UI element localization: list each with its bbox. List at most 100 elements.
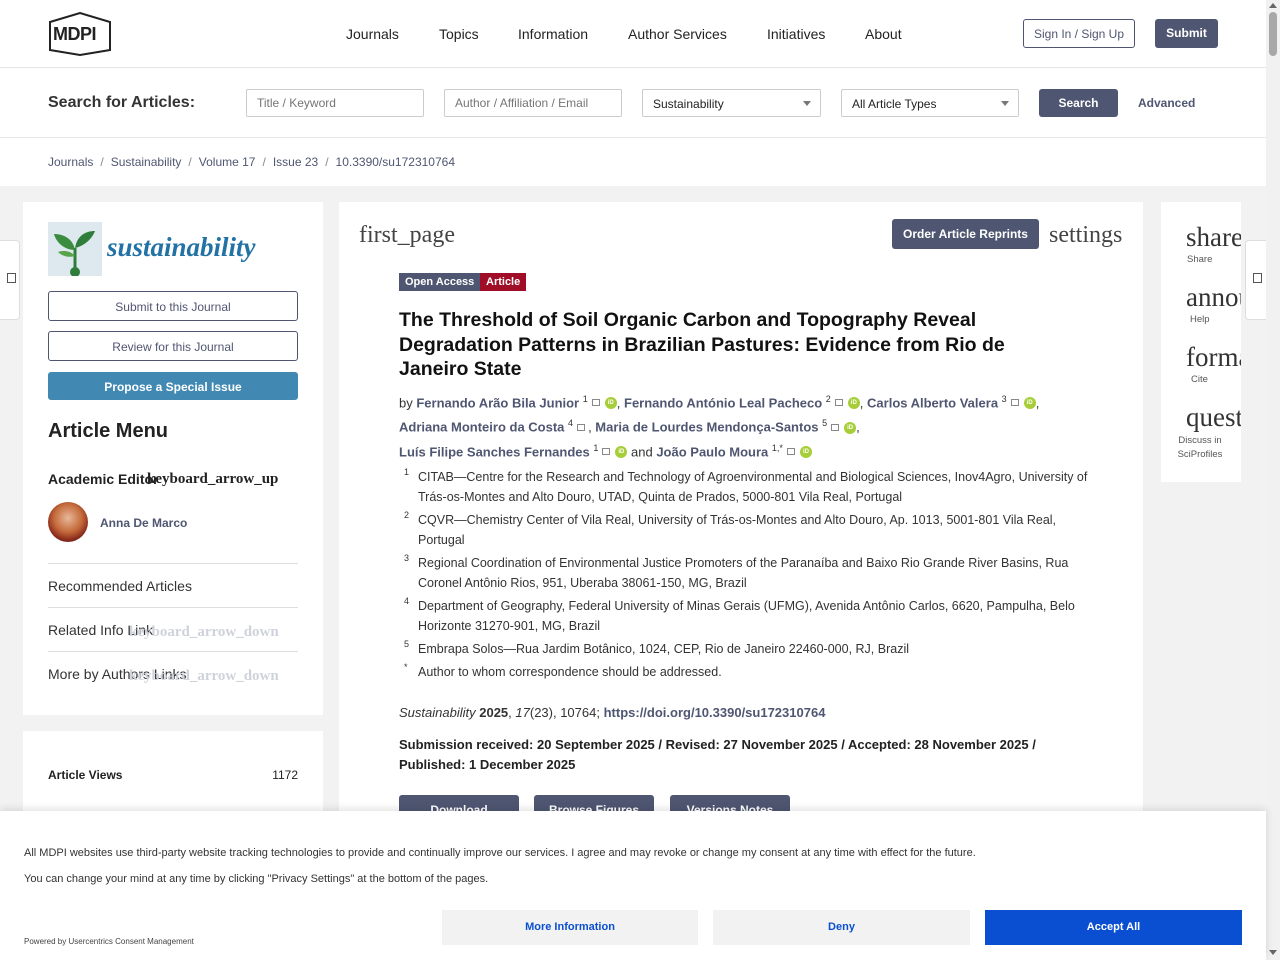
- breadcrumb-issue[interactable]: Issue 23: [273, 155, 318, 169]
- article-tools-rail: share Share announcement Help format_quo…: [1161, 202, 1241, 482]
- search-button[interactable]: Search: [1039, 89, 1118, 117]
- author-sup: 1,*: [771, 442, 783, 453]
- breadcrumb-sep: /: [325, 155, 329, 169]
- email-icon[interactable]: [1010, 399, 1019, 407]
- affiliation-number: 5: [404, 639, 410, 649]
- cookie-text-2: You can change your mind at any time by …: [24, 873, 489, 885]
- scroll-thumb[interactable]: [1269, 12, 1277, 56]
- help-label[interactable]: Help: [1190, 314, 1210, 325]
- first-page-icon[interactable]: first_page: [359, 222, 455, 249]
- affiliation-item: * Author to whom correspondence should be…: [399, 662, 1099, 682]
- author-name[interactable]: Adriana Monteiro da Costa: [399, 420, 564, 435]
- affiliation-number: *: [404, 662, 408, 672]
- cookie-text-1: All MDPI websites use third-party websit…: [24, 847, 976, 859]
- deny-button[interactable]: Deny: [713, 910, 970, 945]
- share-icon[interactable]: share: [1186, 222, 1241, 253]
- vertical-scrollbar[interactable]: [1266, 0, 1280, 960]
- author-name[interactable]: Maria de Lourdes Mendonça-Santos: [595, 420, 818, 435]
- orcid-icon[interactable]: iD: [847, 397, 860, 410]
- affiliation-text: Author to whom correspondence should be …: [418, 665, 722, 679]
- share-label[interactable]: Share: [1187, 254, 1212, 265]
- author-name[interactable]: João Paulo Moura: [656, 444, 768, 459]
- dropdown-caret-icon: [1001, 101, 1009, 106]
- email-icon[interactable]: [834, 399, 843, 407]
- more-information-button[interactable]: More Information: [442, 910, 698, 945]
- title-keyword-input[interactable]: [246, 89, 424, 117]
- nav-journals[interactable]: Journals: [346, 26, 399, 42]
- discuss-label[interactable]: Discuss in SciProfiles: [1175, 434, 1225, 462]
- breadcrumb: Journals / Sustainability / Volume 17 / Issue …: [0, 138, 1266, 186]
- affiliation-number: 4: [404, 596, 410, 606]
- and-label: and: [631, 443, 653, 459]
- orcid-icon[interactable]: iD: [615, 445, 628, 458]
- right-side-tab[interactable]: [1245, 240, 1266, 320]
- affiliation-number: 1: [404, 467, 410, 477]
- orcid-icon[interactable]: iD: [799, 445, 812, 458]
- affiliation-item: 3 Regional Coordination of Environmental …: [399, 553, 1099, 593]
- review-for-journal-button[interactable]: Review for this Journal: [48, 331, 298, 361]
- discuss-icon[interactable]: question_answer: [1186, 402, 1241, 433]
- citation-issue: (23), 10764;: [529, 705, 600, 720]
- publication-dates: Submission received: 20 September 2025 /…: [399, 737, 1036, 772]
- sustainability-logo-icon[interactable]: [48, 222, 102, 277]
- article-type-select[interactable]: All Article Types: [841, 89, 1019, 117]
- article-type-badge: Article: [480, 273, 527, 291]
- article-views-card: Article Views 1172: [23, 731, 323, 811]
- breadcrumb-volume[interactable]: Volume 17: [199, 155, 256, 169]
- author-name[interactable]: Carlos Alberto Valera: [867, 395, 998, 410]
- author-name[interactable]: Luís Filipe Sanches Fernandes: [399, 444, 590, 459]
- email-icon[interactable]: [831, 423, 840, 431]
- submit-to-journal-button[interactable]: Submit to this Journal: [48, 291, 298, 321]
- journal-name: sustainability: [107, 232, 256, 262]
- order-reprints-button[interactable]: Order Article Reprints: [892, 219, 1039, 249]
- propose-special-issue-button[interactable]: Propose a Special Issue: [48, 372, 298, 400]
- cite-icon[interactable]: format_quote: [1186, 342, 1241, 373]
- academic-editor-toggle[interactable]: Academic Editor: [48, 471, 158, 487]
- by-label: by: [399, 395, 413, 411]
- orcid-icon[interactable]: iD: [844, 421, 857, 434]
- nav-initiatives[interactable]: Initiatives: [767, 26, 825, 42]
- author-name[interactable]: Fernando António Leal Pacheco: [624, 395, 822, 410]
- scroll-up-icon[interactable]: [1269, 3, 1277, 8]
- plant-icon: [54, 231, 95, 277]
- settings-icon[interactable]: settings: [1049, 222, 1122, 249]
- email-icon[interactable]: [577, 423, 586, 431]
- nav-topics[interactable]: Topics: [439, 26, 479, 42]
- scroll-down-icon[interactable]: [1269, 950, 1277, 955]
- accept-all-button[interactable]: Accept All: [985, 910, 1242, 945]
- breadcrumb-journals[interactable]: Journals: [48, 155, 93, 169]
- left-side-tab[interactable]: [0, 240, 20, 320]
- advanced-search-link[interactable]: Advanced: [1138, 96, 1195, 110]
- editor-avatar: [48, 502, 88, 542]
- article-views-value: 1172: [272, 768, 298, 782]
- nav-information[interactable]: Information: [518, 26, 588, 42]
- author-name[interactable]: Fernando Arão Bila Junior: [416, 395, 579, 410]
- email-icon[interactable]: [591, 399, 600, 407]
- author-sup: 4: [568, 418, 574, 429]
- author-affiliation-input[interactable]: [444, 89, 622, 117]
- sign-in-button[interactable]: Sign In / Sign Up: [1023, 19, 1135, 48]
- mdpi-logo[interactable]: MDPI: [47, 11, 113, 57]
- recommended-articles-link[interactable]: Recommended Articles: [48, 578, 192, 594]
- editor-name[interactable]: Anna De Marco: [100, 516, 187, 530]
- doi-link[interactable]: https://doi.org/10.3390/su172310764: [604, 705, 826, 720]
- author-sup: 5: [822, 418, 828, 429]
- nav-author-services[interactable]: Author Services: [628, 26, 727, 42]
- orcid-icon[interactable]: iD: [604, 397, 617, 410]
- submit-button[interactable]: Submit: [1155, 19, 1218, 48]
- top-navbar: MDPI Journals Topics Information Author …: [0, 0, 1266, 68]
- journal-select-value: Sustainability: [653, 97, 724, 111]
- cite-label[interactable]: Cite: [1191, 374, 1208, 385]
- arrow-down-icon: keyboard_arrow_down: [129, 624, 279, 640]
- orcid-icon[interactable]: iD: [1023, 397, 1036, 410]
- nav-about[interactable]: About: [865, 26, 902, 42]
- help-icon[interactable]: announcement: [1186, 282, 1241, 313]
- email-icon[interactable]: [602, 448, 611, 456]
- journal-select[interactable]: Sustainability: [642, 89, 821, 117]
- affiliation-text: CITAB—Centre for the Research and Techno…: [418, 470, 1088, 504]
- affiliations: 1 CITAB—Centre for the Research and Techn…: [399, 467, 1099, 685]
- breadcrumb-sustainability[interactable]: Sustainability: [111, 155, 182, 169]
- article-title: The Threshold of Soil Organic Carbon and…: [399, 309, 1005, 380]
- email-icon[interactable]: [786, 448, 795, 456]
- breadcrumb-doi: 10.3390/su172310764: [335, 155, 455, 169]
